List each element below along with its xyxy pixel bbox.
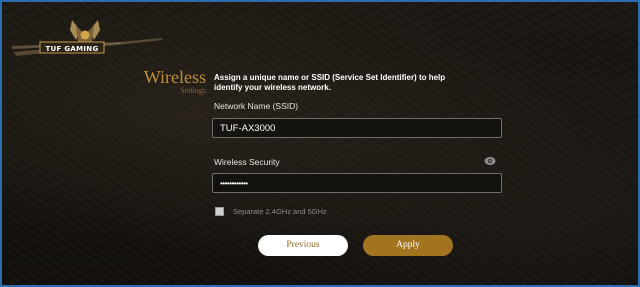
intro-line-2: identify your wireless network. [214,83,331,92]
intro-line-1: Assign a unique name or SSID (Service Se… [214,73,446,82]
security-label: Wireless Security [214,157,280,167]
section-title: Wireless [143,67,206,87]
wizard-page: TUF GAMING Wireless Settings Assign a un… [0,0,640,287]
apply-button[interactable]: Apply [363,235,453,256]
intro-text: Assign a unique name or SSID (Service Se… [214,73,514,93]
eye-icon[interactable] [484,156,496,166]
ssid-label: Network Name (SSID) [214,101,299,111]
separate-bands-label: Separate 2.4GHz and 5GHz [233,207,327,216]
tuf-gaming-logo: TUF GAMING [12,16,172,60]
previous-button[interactable]: Previous [258,235,348,256]
security-password-input[interactable] [212,173,502,193]
section-subtitle: Settings [180,86,206,95]
separate-bands-checkbox[interactable] [215,207,224,216]
logo-text: TUF GAMING [45,45,99,53]
ssid-input[interactable] [212,118,502,138]
